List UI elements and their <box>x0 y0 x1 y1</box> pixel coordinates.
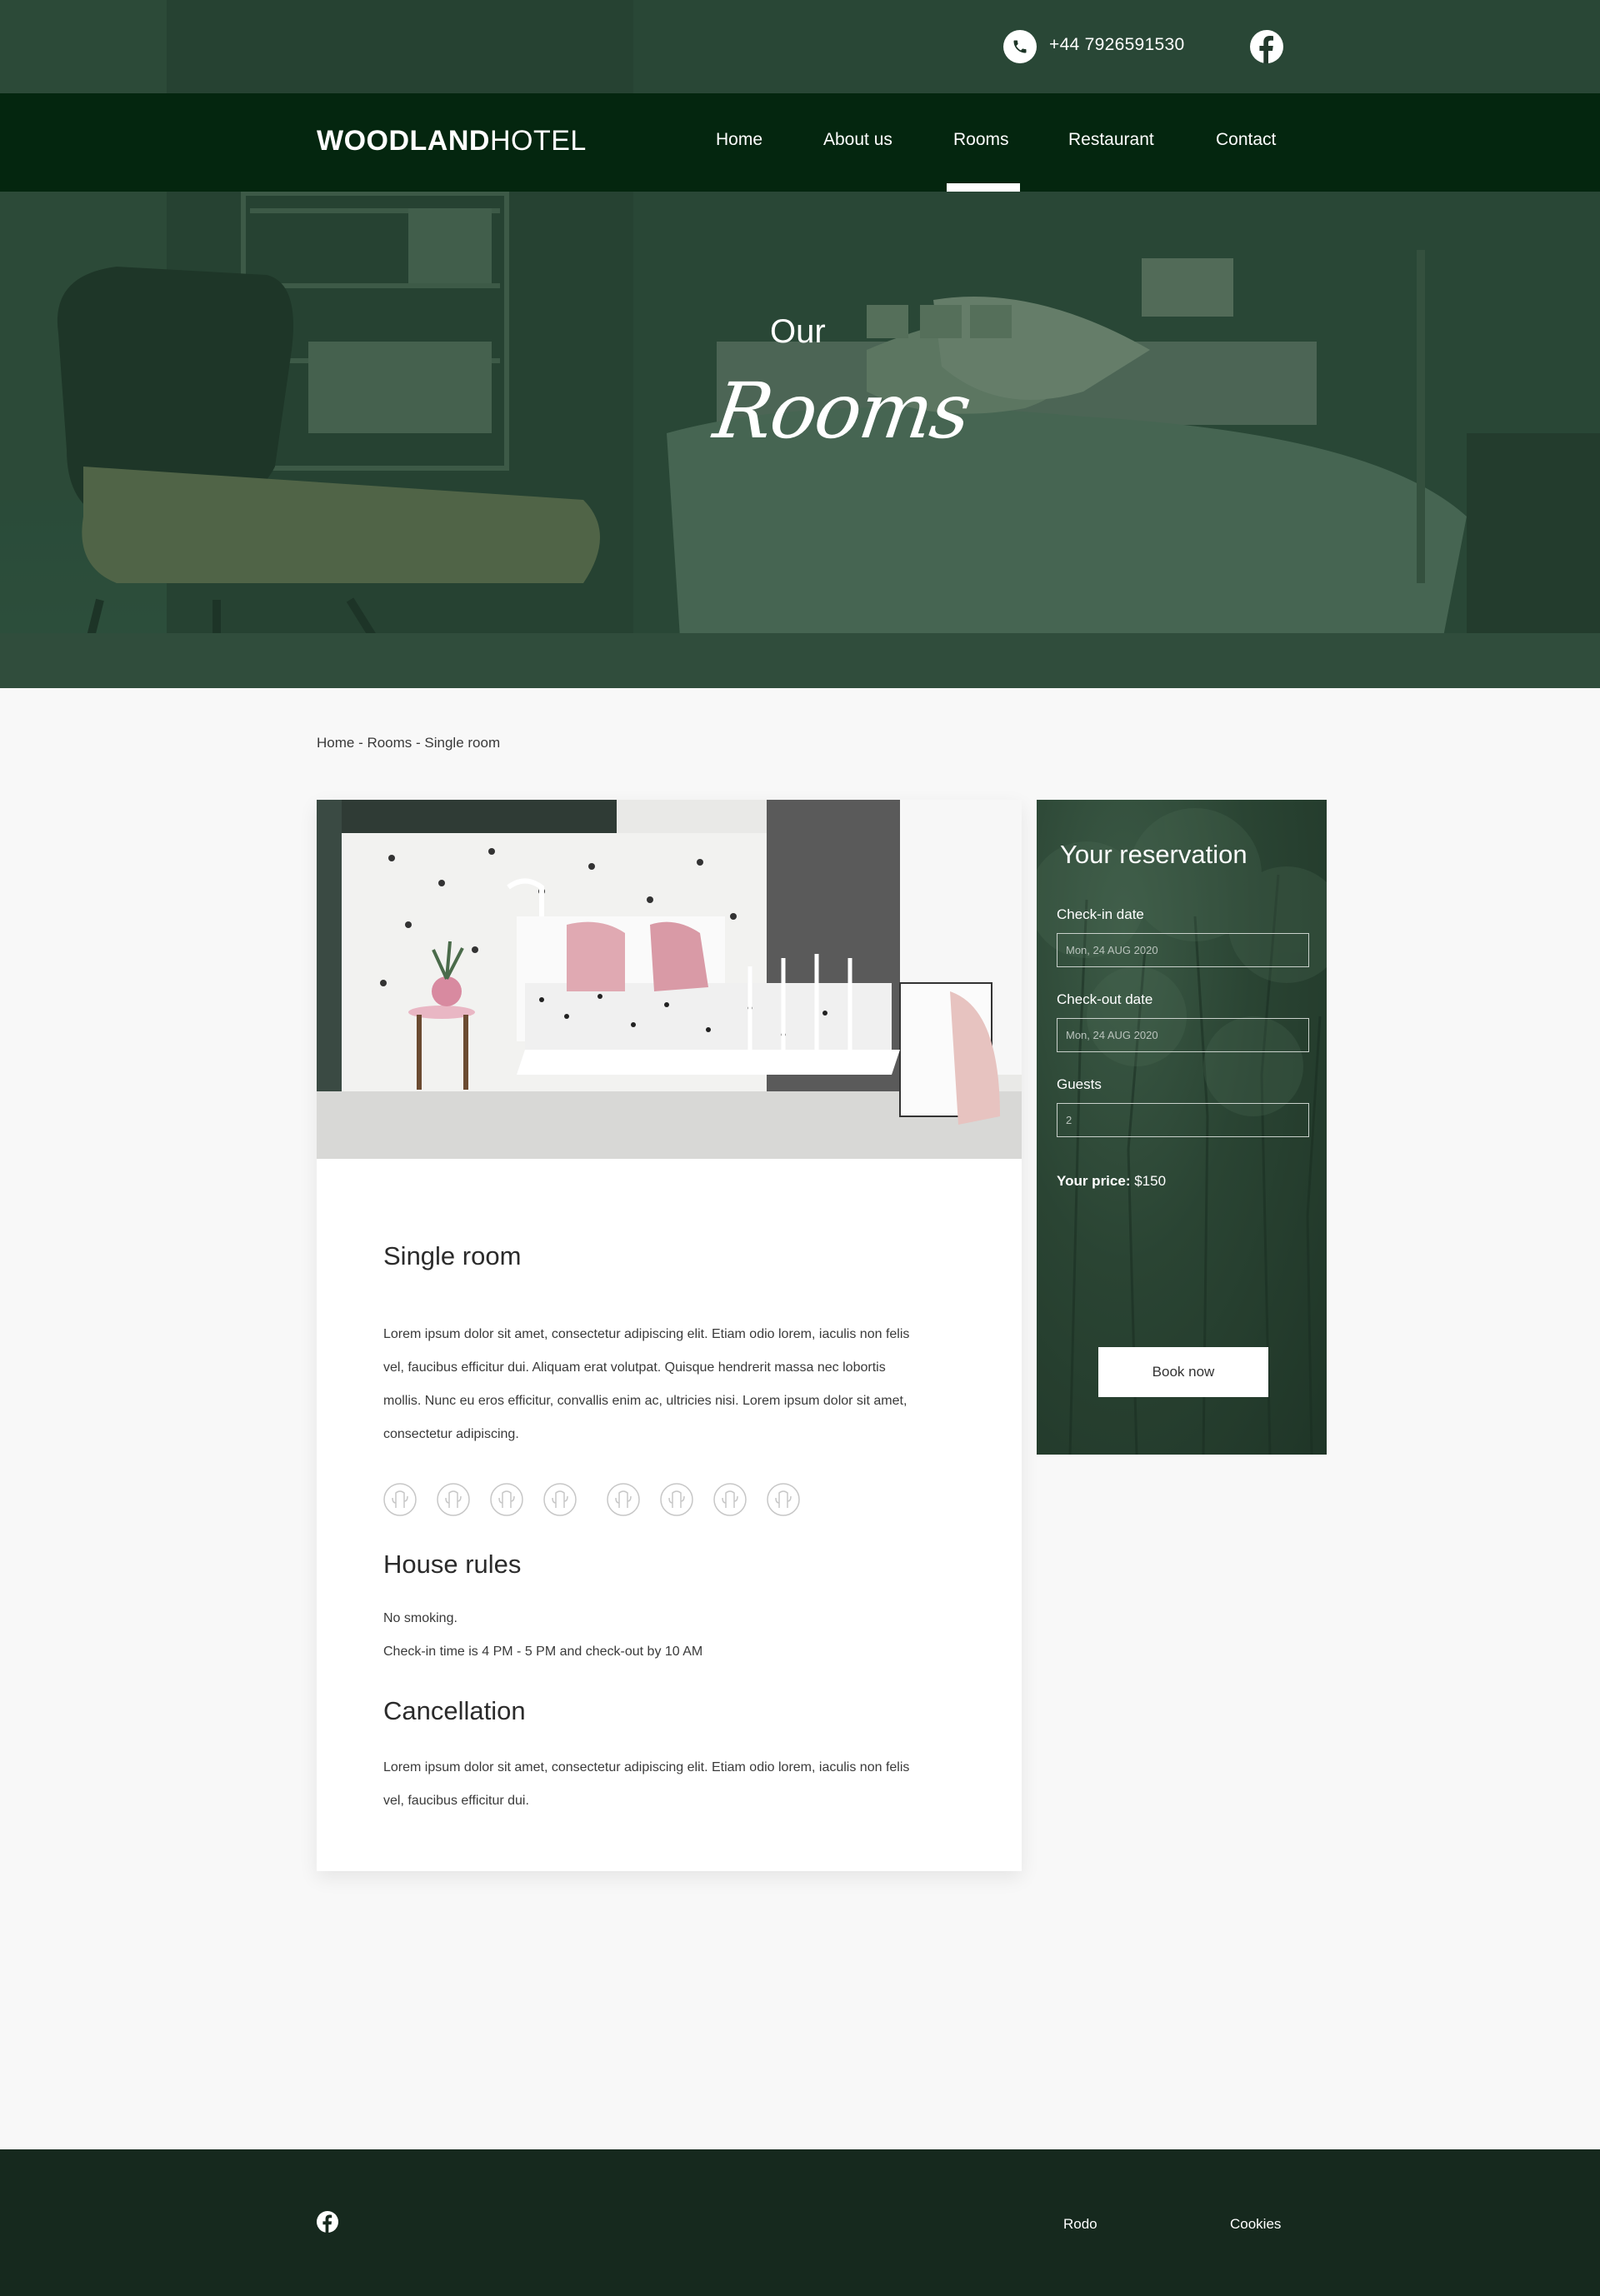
footer-link-rodo[interactable]: Rodo <box>1063 2216 1098 2233</box>
room-title: Single room <box>383 1241 522 1270</box>
cancellation-title: Cancellation <box>383 1696 526 1725</box>
house-rule-item: Check-in time is 4 PM - 5 PM and check-o… <box>383 1645 703 1659</box>
footer-link-cookies[interactable]: Cookies <box>1230 2216 1281 2233</box>
hero-kicker: Our <box>770 313 826 350</box>
checkout-date-field[interactable] <box>1057 1018 1309 1052</box>
nav-item-home[interactable]: Home <box>716 130 762 150</box>
guests-field[interactable] <box>1057 1103 1309 1137</box>
price-summary: Your price: $150 <box>1057 1173 1166 1190</box>
room-photo <box>317 800 1022 1159</box>
checkout-label: Check-out date <box>1057 991 1153 1007</box>
top-bar: +44 7926591530 <box>0 0 1600 93</box>
room-description: Lorem ipsum dolor sit amet, consectetur … <box>383 1327 910 1441</box>
reservation-panel: Your reservation Check-in date Check-out… <box>1037 800 1327 1455</box>
facebook-icon[interactable] <box>1250 30 1283 63</box>
nav-item-about-us[interactable]: About us <box>823 130 892 150</box>
site-footer: Rodo Cookies <box>0 2149 1600 2296</box>
cactus-icon <box>607 1483 640 1516</box>
logo-bold: WOODLAND <box>317 125 490 157</box>
cactus-icon <box>660 1483 693 1516</box>
main-navbar: WOODLANDHOTEL Home About us Rooms Restau… <box>0 93 1600 192</box>
cactus-icon <box>437 1483 470 1516</box>
hero-section: +44 7926591530 WOODLANDHOTEL Home About … <box>0 0 1600 688</box>
cactus-icon <box>767 1483 800 1516</box>
phone-number[interactable]: +44 7926591530 <box>1049 35 1184 55</box>
nav-item-rooms[interactable]: Rooms <box>953 130 1009 150</box>
house-rule-item: No smoking. <box>383 1611 458 1625</box>
site-logo[interactable]: WOODLANDHOTEL <box>317 125 587 157</box>
nav-active-indicator <box>947 183 1020 192</box>
reservation-title: Your reservation <box>1060 840 1248 869</box>
nav-item-contact[interactable]: Contact <box>1216 130 1276 150</box>
phone-icon[interactable] <box>1003 30 1037 63</box>
breadcrumb[interactable]: Home - Rooms - Single room <box>317 735 500 751</box>
book-now-button[interactable]: Book now <box>1098 1347 1268 1397</box>
guests-label: Guests <box>1057 1076 1102 1092</box>
facebook-icon[interactable] <box>317 2211 338 2233</box>
price-label: Your price: <box>1057 1173 1131 1189</box>
cactus-icon <box>383 1483 417 1516</box>
checkin-date-field[interactable] <box>1057 933 1309 967</box>
cactus-icon <box>543 1483 577 1516</box>
room-card: Single room Lorem ipsum dolor sit amet, … <box>317 800 1022 1871</box>
cactus-icon <box>713 1483 747 1516</box>
house-rules-title: House rules <box>383 1550 522 1579</box>
price-value: $150 <box>1134 1173 1167 1189</box>
cactus-icon <box>490 1483 523 1516</box>
cancellation-text: Lorem ipsum dolor sit amet, consectetur … <box>383 1760 910 1808</box>
logo-light: HOTEL <box>489 125 587 157</box>
nav-item-restaurant[interactable]: Restaurant <box>1068 130 1154 150</box>
checkin-label: Check-in date <box>1057 906 1144 922</box>
hero-title: Rooms <box>708 367 976 456</box>
